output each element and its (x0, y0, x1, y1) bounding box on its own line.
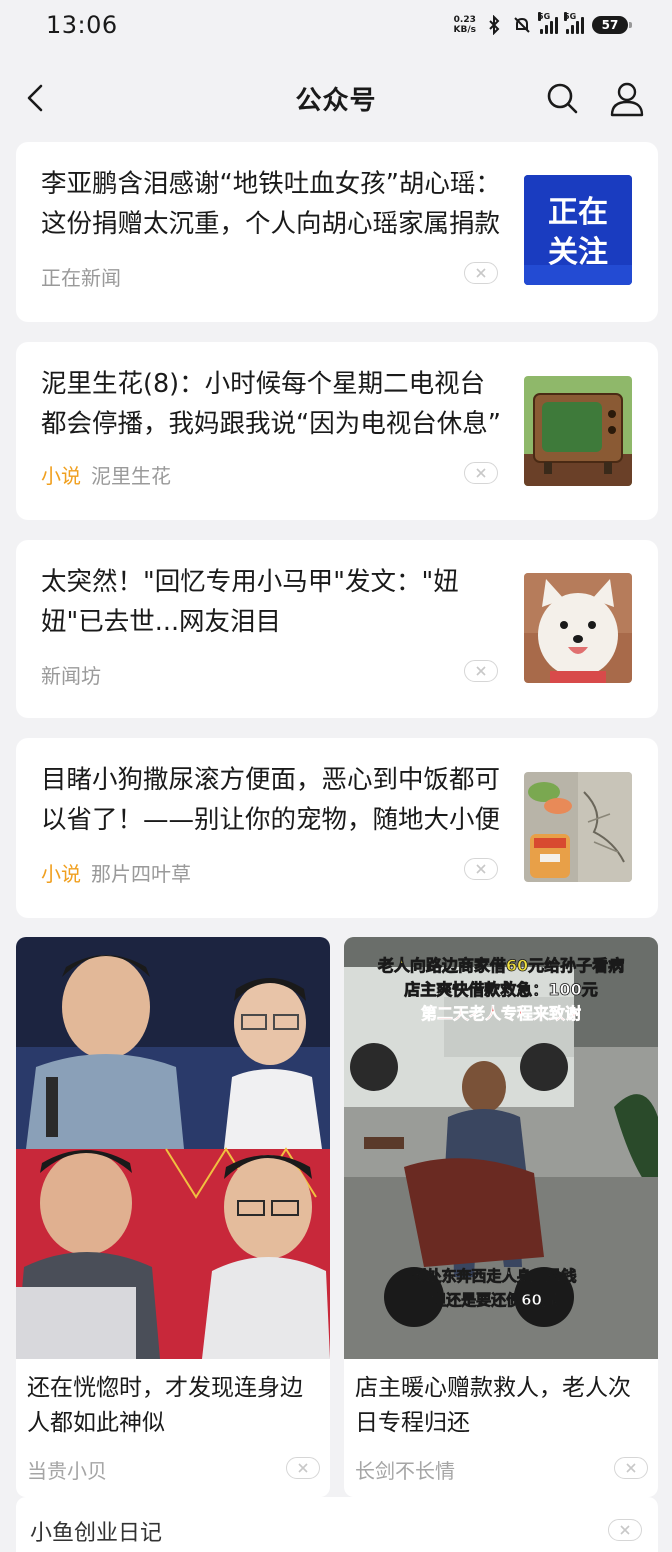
dismiss-button[interactable] (464, 858, 498, 880)
article-meta: 正在新闻 (41, 262, 121, 291)
dismiss-button[interactable] (608, 1519, 642, 1541)
video-card[interactable]: 还在恍惚时，才发现连身边人都如此神似 当贵小贝 (16, 937, 330, 1497)
signal-icon: 5G (538, 12, 558, 34)
video-title: 还在恍惚时，才发现连身边人都如此神似 (27, 1375, 303, 1436)
close-icon (476, 268, 486, 278)
signal-type-label: 5G (564, 12, 577, 21)
article-source: 正在新闻 (41, 266, 121, 290)
article-card[interactable]: 泥里生花(8)：小时候每个星期二电视台都会停播，我妈跟我说“因为电视台休息” 小… (16, 342, 658, 520)
bluetooth-icon (489, 15, 500, 35)
article-meta: 新闻坊 (41, 660, 101, 689)
article-card[interactable]: 李亚鹏含泪感谢“地铁吐血女孩”胡心瑶：这份捐赠太沉重，个人向胡心瑶家属捐款 正在… (16, 142, 658, 322)
dismiss-button[interactable] (464, 262, 498, 284)
battery-level: 57 (601, 18, 619, 32)
video-thumbnail (16, 937, 330, 1359)
dismiss-button[interactable] (464, 462, 498, 484)
video-caption: 但还是要还债60元 (430, 1291, 557, 1309)
signal-type-label: 5G (538, 12, 551, 21)
search-icon[interactable] (544, 80, 580, 116)
noodles-image (524, 772, 632, 882)
video-author: 长剑不长情 (355, 1459, 455, 1483)
thumb-text-top: 正在 (548, 195, 608, 230)
video-caption: 老人向路边商家借60元给孙子看病 (377, 956, 624, 975)
nav-bar: 公众号 (0, 62, 672, 134)
article-thumbnail (524, 573, 632, 683)
status-icons: 0.23 KB/s 5G 5G 57 (454, 12, 632, 35)
close-icon (626, 1463, 636, 1473)
scooter-old-man-image: 老人向路边商家借60元给孙子看病 店主爽快借款救急：100元 第二天老人专程来致… (344, 937, 658, 1359)
article-title: 泥里生花(8)：小时候每个星期二电视台都会停播，我妈跟我说“因为电视台休息” (41, 369, 501, 439)
network-speed-unit: KB/s (453, 25, 476, 35)
article-thumbnail (524, 376, 632, 486)
network-speed: 0.23 KB/s (454, 15, 476, 35)
status-time: 13:06 (46, 11, 118, 39)
dog-image (524, 573, 632, 683)
article-title: 太突然！"回忆专用小马甲"发文："妞妞"已去世...网友泪目 (41, 567, 459, 637)
user-icon[interactable] (608, 80, 646, 118)
news-logo-image: 正在 关注 (524, 175, 632, 285)
article-source: 新闻坊 (41, 664, 101, 688)
close-icon (476, 864, 486, 874)
video-caption: 第二天老人专程来致谢 (421, 1004, 581, 1023)
battery-icon: 57 (592, 16, 632, 34)
video-card[interactable]: 老人向路边商家借60元给孙子看病 店主爽快借款救急：100元 第二天老人专程来致… (344, 937, 658, 1497)
article-source: 那片四叶草 (91, 862, 191, 886)
video-title: 店主暖心赠款救人，老人次日专程归还 (355, 1375, 631, 1436)
article-tag: 小说 (41, 862, 81, 886)
status-bar: 13:06 0.23 KB/s 5G 5G 57 (0, 0, 672, 50)
tv-image (524, 376, 632, 486)
network-speed-value: 0.23 (453, 15, 476, 25)
close-icon (620, 1525, 630, 1535)
video-thumbnail: 老人向路边商家借60元给孙子看病 店主爽快借款救急：100元 第二天老人专程来致… (344, 937, 658, 1359)
article-title: 李亚鹏含泪感谢“地铁吐血女孩”胡心瑶：这份捐赠太沉重，个人向胡心瑶家属捐款 (41, 169, 501, 239)
article-meta: 小说 那片四叶草 (41, 858, 191, 887)
article-card[interactable]: 太突然！"回忆专用小马甲"发文："妞妞"已去世...网友泪目 新闻坊 (16, 540, 658, 718)
article-source: 泥里生花 (91, 464, 171, 488)
close-icon (476, 468, 486, 478)
article-title: 小鱼创业日记 (30, 1521, 163, 1546)
article-meta: 小说 泥里生花 (41, 460, 171, 489)
close-icon (476, 666, 486, 676)
article-title: 目睹小狗撒尿滚方便面，恶心到中饭都可以省了！——别让你的宠物，随地大小便 (41, 765, 501, 835)
close-icon (298, 1463, 308, 1473)
article-card[interactable]: 目睹小狗撒尿滚方便面，恶心到中饭都可以省了！——别让你的宠物，随地大小便 小说 … (16, 738, 658, 918)
dismiss-button[interactable] (614, 1457, 648, 1479)
video-caption: 店主爽快借款救急：100元 (404, 980, 597, 999)
chevron-left-icon[interactable] (20, 82, 52, 114)
two-men-image (16, 937, 330, 1359)
article-thumbnail: 正在 关注 (524, 175, 632, 285)
video-caption: 到处东奔西走人身上没钱 (411, 1267, 576, 1285)
article-thumbnail (524, 772, 632, 882)
thumb-text-bottom: 关注 (548, 235, 608, 270)
mute-bell-icon (514, 17, 530, 33)
dismiss-button[interactable] (286, 1457, 320, 1479)
article-card[interactable]: 小鱼创业日记 (16, 1497, 658, 1552)
signal-icon: 5G (564, 12, 584, 34)
video-author: 当贵小贝 (27, 1459, 107, 1483)
dismiss-button[interactable] (464, 660, 498, 682)
article-tag: 小说 (41, 464, 81, 488)
page-title: 公众号 (295, 85, 377, 116)
